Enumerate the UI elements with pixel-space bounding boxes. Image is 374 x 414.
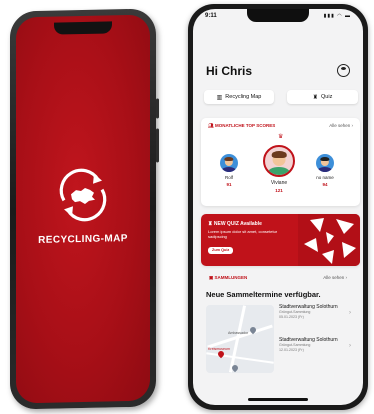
player-score: 91 — [226, 182, 232, 187]
recycling-switzerland-icon — [59, 168, 107, 222]
trophy-icon: ♜ — [312, 94, 319, 101]
status-time: 9:11 — [205, 13, 217, 19]
player-name: Viviane — [270, 180, 288, 186]
quiz-button[interactable]: ♜ Quiz — [287, 90, 358, 104]
map-pin-icon[interactable] — [216, 349, 226, 359]
crown-icon: ♛ — [278, 134, 284, 140]
new-quiz-banner[interactable]: ♜ NEW QUIZ Available Lorem ipsum dolor s… — [201, 214, 360, 266]
collection-entry[interactable]: Stadtverwaltung Solothurn Grüngut-Sammlu… — [279, 304, 351, 320]
map-label: Ambassador — [228, 331, 249, 335]
status-icons: ▮▮▮ ◠ ▬ — [323, 13, 351, 19]
user-circle-icon[interactable] — [337, 64, 350, 77]
top-scores-card: 👥︎ MONATLICHE TOP SCORES Alle sehen › ♛ … — [201, 118, 360, 206]
collections-title: ▣ SAMMLUNGEN — [209, 275, 248, 280]
recycling-map-label: Recycling Map — [225, 94, 262, 100]
player-name: Rolf — [224, 175, 233, 180]
phone-notch — [54, 21, 112, 35]
entry-date: 05.01.2023 (Fr) — [279, 314, 304, 319]
map-icon: ▥ — [216, 94, 223, 101]
avatar[interactable] — [316, 154, 334, 172]
splash-screen: RECYCLING-MAP — [16, 14, 150, 404]
splash-phone: RECYCLING-MAP — [10, 8, 159, 410]
top-scores-title: 👥︎ MONATLICHE TOP SCORES — [208, 123, 276, 128]
collection-entry[interactable]: Stadtverwaltung Solothurn Grüngut-Sammlu… — [279, 337, 351, 353]
home-indicator — [248, 398, 308, 401]
quiz-banner-title: ♜ NEW QUIZ Available — [208, 221, 262, 227]
greeting-title: Hi Chris — [206, 64, 253, 78]
recycling-arrows-icon — [298, 214, 360, 266]
quiz-label: Quiz — [321, 94, 333, 100]
splash-logo: RECYCLING-MAP — [16, 165, 150, 247]
home-phone: 9:11 ▮▮▮ ◠ ▬ Hi Chris ▥ Recycling Map ♜ … — [188, 4, 368, 410]
avatar[interactable] — [220, 154, 238, 172]
home-screen: 9:11 ▮▮▮ ◠ ▬ Hi Chris ▥ Recycling Map ♜ … — [193, 9, 363, 405]
collections-map[interactable]: Ambassador Kreismuseum — [206, 305, 274, 373]
start-quiz-button[interactable]: Zum Quiz — [208, 247, 234, 254]
avatar[interactable] — [263, 145, 295, 177]
chevron-right-icon: › — [349, 310, 351, 316]
top-scores-see-all-link[interactable]: Alle sehen › — [329, 123, 353, 128]
entry-date: 12.01.2023 (Fr) — [279, 347, 304, 352]
people-icon: 👥︎ — [208, 123, 215, 128]
status-bar: 9:11 ▮▮▮ ◠ ▬ — [193, 12, 363, 24]
player-score: 94 — [322, 182, 328, 187]
app-brand-name: RECYCLING-MAP — [38, 233, 128, 246]
player-name: no name — [316, 175, 334, 180]
player-score: 121 — [275, 188, 283, 193]
chevron-right-icon: › — [349, 343, 351, 349]
collections-see-all-link[interactable]: Alle sehen › — [323, 275, 347, 280]
quiz-banner-description: Lorem ipsum dolor sit amet, consetetur s… — [208, 229, 278, 239]
collections-heading: Neue Sammeltermine verfügbar. — [206, 290, 321, 299]
recycling-map-button[interactable]: ▥ Recycling Map — [204, 90, 274, 104]
